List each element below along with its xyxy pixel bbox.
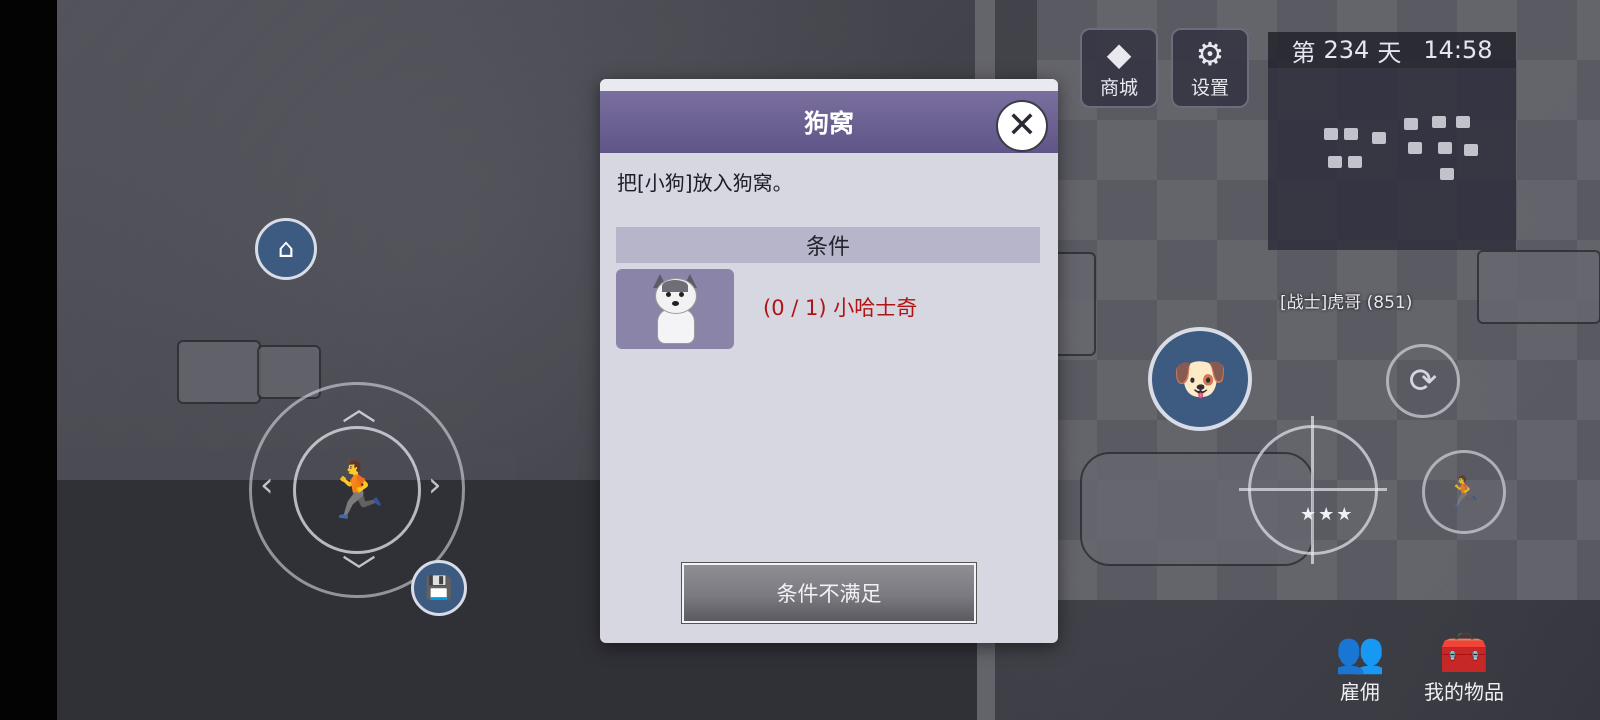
requirement-text: (0 / 1) 小哈士奇 [763, 296, 918, 320]
settings-button[interactable]: ⚙ 设置 [1171, 28, 1249, 108]
day-prefix: 第 [1291, 38, 1316, 67]
sofa [1477, 250, 1600, 324]
conditions-header: 条件 [616, 227, 1040, 263]
minimap-marker [1464, 144, 1478, 156]
igloo-icon[interactable]: ⌂ [255, 218, 317, 280]
minimap-marker [1324, 128, 1338, 140]
minimap-marker [1328, 156, 1342, 168]
day-time-display: 第 234 天 14:58 [1268, 32, 1516, 68]
sprint-icon[interactable]: 🏃 [1422, 450, 1506, 534]
chest-icon: 🧰 [1439, 630, 1489, 676]
chevron-left-icon: ‹ [260, 465, 274, 505]
gear-icon: ⚙ [1195, 34, 1225, 73]
husky-puppy-icon [616, 269, 734, 349]
minimap-marker [1408, 142, 1422, 154]
chevron-right-icon: › [428, 465, 442, 505]
diamond-icon: ◆ [1106, 34, 1132, 73]
inventory-button[interactable]: 🧰 我的物品 [1424, 630, 1504, 705]
minimap-marker [1348, 156, 1362, 168]
minimap-marker [1372, 132, 1386, 144]
doghouse-dialog: 狗窝 ✕ 把[小狗]放入狗窝。 条件 (0 / 1) 小哈士奇 条件不满足 [600, 79, 1058, 643]
dialog-top-strip [600, 79, 1058, 91]
minimap-marker [1344, 128, 1358, 140]
condition-not-met-button[interactable]: 条件不满足 [682, 563, 976, 623]
crate [177, 340, 261, 404]
minimap-marker [1432, 116, 1446, 128]
shop-button[interactable]: ◆ 商城 [1080, 28, 1158, 108]
weapon-stars: ★★★ [1300, 504, 1355, 525]
hire-button[interactable]: 👥 雇佣 [1335, 630, 1385, 705]
inventory-label: 我的物品 [1424, 680, 1504, 704]
chevron-up-icon: ︿ [342, 389, 376, 429]
hire-label: 雇佣 [1339, 680, 1380, 704]
dialog-header: 狗窝 ✕ [600, 91, 1058, 153]
minimap[interactable] [1268, 68, 1516, 250]
clock-time: 14:58 [1423, 36, 1493, 64]
puppy-illustration [647, 274, 703, 344]
aim-crosshair[interactable] [1239, 416, 1387, 564]
day-suffix: 天 [1377, 38, 1402, 67]
doghouse-icon[interactable]: 🐶 [1148, 327, 1252, 431]
shop-label: 商城 [1099, 76, 1138, 99]
minimap-marker [1440, 168, 1454, 180]
minimap-marker [1404, 118, 1418, 130]
settings-label: 设置 [1190, 76, 1229, 99]
minimap-marker [1456, 116, 1470, 128]
player-name-tag: [战士]虎哥 (851) [1280, 293, 1413, 313]
dialog-description: 把[小狗]放入狗窝。 [617, 171, 793, 195]
run-icon: 🏃 [293, 426, 421, 554]
dialog-title: 狗窝 [803, 109, 854, 138]
group-icon: 👥 [1335, 630, 1385, 676]
day-number: 234 [1323, 36, 1370, 64]
minimap-marker [1438, 142, 1452, 154]
save-icon[interactable]: 💾 [411, 560, 467, 616]
close-icon[interactable]: ✕ [996, 100, 1048, 152]
left-letterbox [0, 0, 57, 720]
refresh-icon[interactable]: ⟳ [1386, 344, 1460, 418]
